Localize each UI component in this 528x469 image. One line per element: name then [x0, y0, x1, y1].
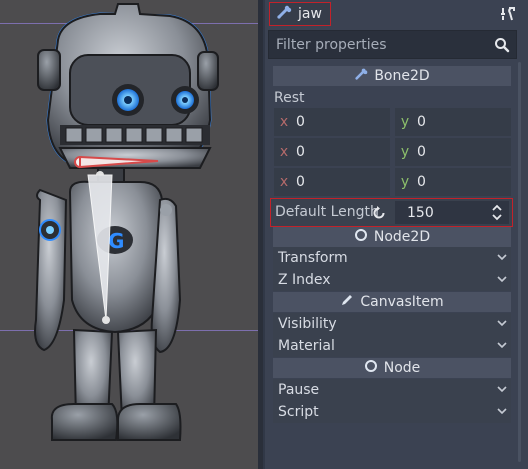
axis-label-x: x	[279, 114, 289, 130]
axis-label-x: x	[279, 144, 289, 160]
default-length-value: 150	[407, 204, 434, 221]
property-script[interactable]: Script	[273, 401, 511, 423]
rest-label: Rest	[274, 90, 305, 106]
search-icon	[494, 37, 510, 57]
axis-label-y: y	[400, 114, 410, 130]
default-length-row: Default Length 150	[270, 198, 513, 227]
section-node2d[interactable]: Node2D	[273, 227, 511, 247]
object-tools-icon[interactable]	[500, 6, 516, 26]
section-bone2d[interactable]: Bone2D	[273, 66, 511, 86]
rest-x-value: 0	[296, 114, 305, 130]
axis-label-y: y	[400, 144, 410, 160]
rest-y-value: 0	[417, 174, 426, 190]
pencil-icon	[340, 293, 354, 311]
inspector-panel: jaw Bone2D Rest	[265, 0, 528, 469]
default-length-spinbox[interactable]: 150	[395, 201, 509, 224]
chevron-down-icon	[497, 383, 507, 399]
section-node[interactable]: Node	[273, 358, 511, 378]
chevron-down-icon	[497, 273, 507, 289]
filter-properties-input[interactable]	[276, 36, 491, 53]
svg-text:G: G	[108, 229, 124, 253]
chevron-down-icon	[497, 251, 507, 267]
rest-y-value: 0	[417, 144, 426, 160]
property-transform[interactable]: Transform	[273, 247, 511, 269]
rest-row-1: x 0 y 0	[274, 138, 511, 166]
property-transform-label: Transform	[278, 250, 348, 266]
selected-node-name: jaw	[298, 6, 322, 22]
inspector-scrollbar[interactable]	[518, 62, 521, 462]
rest-row-2: x 0 y 0	[274, 168, 511, 196]
rest-y-value: 0	[417, 114, 426, 130]
godot-robot-character-sprite[interactable]: G	[0, 0, 258, 469]
property-material[interactable]: Material	[273, 335, 511, 357]
property-z-index-label: Z Index	[278, 272, 331, 288]
axis-label-y: y	[400, 174, 410, 190]
rest-row-0: x 0 y 0	[274, 108, 511, 136]
rest-x-value: 0	[296, 174, 305, 190]
bone-icon	[354, 67, 368, 85]
rest-y-field[interactable]: y 0	[395, 138, 511, 166]
rest-x-field[interactable]: x 0	[274, 108, 390, 136]
rest-x-field[interactable]: x 0	[274, 168, 390, 196]
updown-arrows-icon[interactable]	[491, 204, 503, 225]
bone-icon	[276, 4, 292, 24]
section-label-node: Node	[383, 360, 421, 376]
axis-label-x: x	[279, 174, 289, 190]
property-visibility-label: Visibility	[278, 316, 337, 332]
reload-icon[interactable]	[371, 205, 387, 225]
viewport-2d[interactable]: G	[0, 0, 258, 469]
rest-y-field[interactable]: y 0	[395, 168, 511, 196]
property-material-label: Material	[278, 338, 335, 354]
node-circle-icon	[364, 359, 378, 377]
rest-x-field[interactable]: x 0	[274, 138, 390, 166]
section-label-bone2d: Bone2D	[374, 68, 430, 84]
section-label-canvasitem: CanvasItem	[360, 294, 444, 310]
property-script-label: Script	[278, 404, 319, 420]
node2d-circle-icon	[354, 228, 368, 246]
selected-node-tab[interactable]: jaw	[269, 2, 331, 26]
property-pause[interactable]: Pause	[273, 379, 511, 401]
section-label-node2d: Node2D	[373, 229, 431, 245]
rest-x-value: 0	[296, 144, 305, 160]
chevron-down-icon	[497, 405, 507, 421]
property-z-index[interactable]: Z Index	[273, 269, 511, 291]
section-canvasitem[interactable]: CanvasItem	[273, 292, 511, 312]
chevron-down-icon	[497, 339, 507, 355]
default-length-label: Default Length	[275, 204, 379, 220]
chevron-down-icon	[497, 317, 507, 333]
property-pause-label: Pause	[278, 382, 320, 398]
property-visibility[interactable]: Visibility	[273, 313, 511, 335]
filter-properties-field[interactable]	[268, 30, 517, 59]
rest-y-field[interactable]: y 0	[395, 108, 511, 136]
